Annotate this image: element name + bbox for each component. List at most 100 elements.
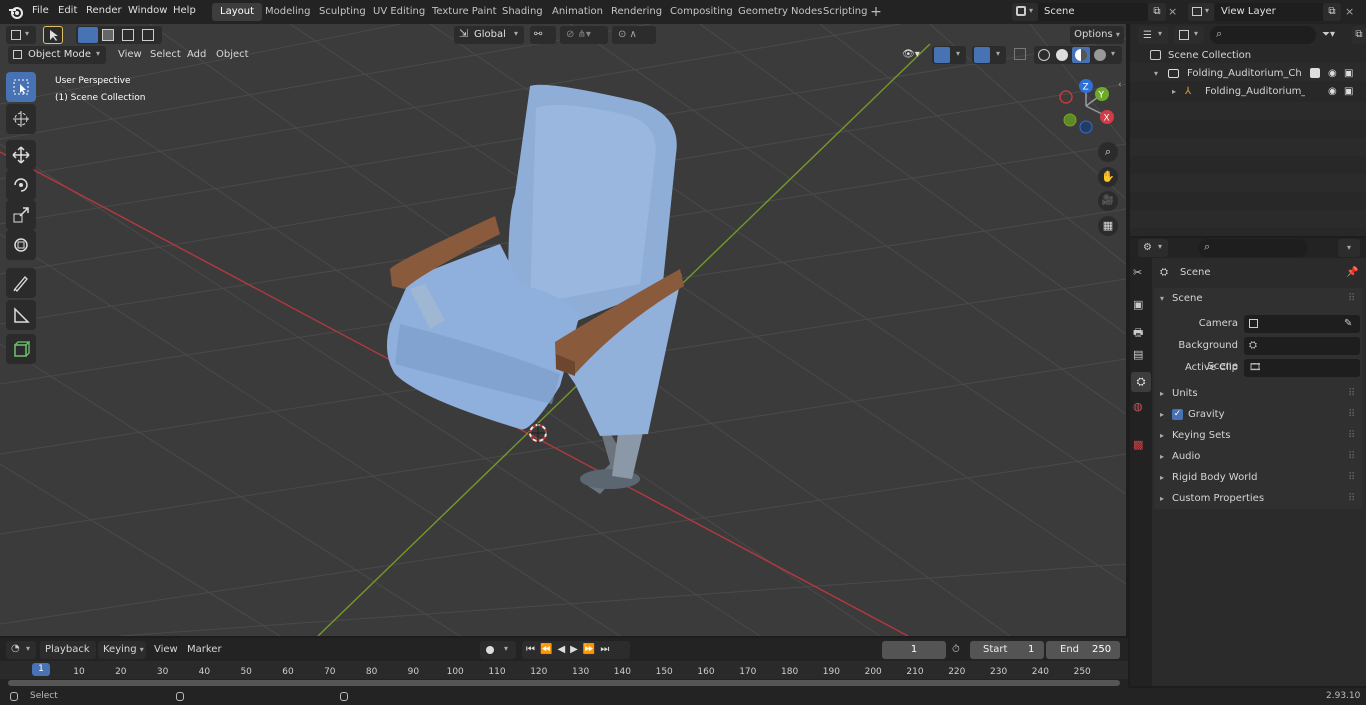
background-scene-field[interactable]: ⛭ — [1244, 337, 1360, 355]
viewport-menu-object[interactable]: Object — [210, 46, 255, 64]
current-frame-marker[interactable]: 1 — [32, 663, 50, 676]
viewport-menu-view[interactable]: View — [112, 46, 148, 64]
timeline-scrollbar[interactable] — [8, 680, 1120, 686]
gizmo-toggle[interactable]: ▾ — [932, 46, 966, 64]
pan-hand-icon[interactable]: ✋ — [1098, 167, 1118, 187]
play-reverse-icon[interactable]: ◀ — [557, 644, 570, 655]
panel-units-header[interactable]: ▸ Units ⠿ — [1154, 383, 1362, 404]
viewport-menu-add[interactable]: Add — [181, 46, 212, 64]
select-subtract-icon[interactable] — [122, 29, 134, 41]
eye-icon[interactable]: ◉ — [1328, 81, 1337, 102]
tab-compositing[interactable]: Compositing — [662, 3, 741, 21]
end-frame-field[interactable]: End 250 — [1046, 641, 1120, 659]
drag-handle-icon[interactable]: ⠿ — [1348, 488, 1355, 509]
outliner-search-input[interactable]: ⌕ — [1210, 26, 1316, 44]
properties-search-input[interactable]: ⌕ — [1198, 239, 1308, 257]
playback-controls[interactable]: ⏮⏪◀▶⏩⏭ — [522, 641, 630, 659]
ortho-grid-icon[interactable]: ▦ — [1098, 216, 1118, 236]
timeline-menu-marker[interactable]: Marker — [181, 641, 228, 659]
close-icon[interactable]: × — [1168, 3, 1182, 21]
play-icon[interactable]: ▶ — [570, 644, 583, 655]
gravity-checkbox[interactable]: ✓ — [1172, 409, 1183, 420]
current-frame-field[interactable]: 1 — [882, 641, 946, 659]
menu-help[interactable]: Help — [167, 0, 202, 24]
snap-icon[interactable]: ⊘ ⋔▾ — [560, 26, 608, 44]
editor-type-button[interactable]: ▾ — [6, 26, 36, 44]
wireframe-shading-icon[interactable] — [1038, 49, 1050, 61]
selection-mode-group[interactable] — [76, 26, 162, 44]
blender-logo-icon[interactable] — [8, 4, 24, 20]
panel-keying-sets-header[interactable]: ▸ Keying Sets ⠿ — [1154, 425, 1362, 446]
tab-uv-editing[interactable]: UV Editing — [365, 3, 433, 21]
playback-menu[interactable]: Playback ▾ — [40, 641, 96, 672]
menu-window[interactable]: Window — [122, 0, 173, 24]
proportional-edit-icon[interactable]: ⊙ ∧ — [612, 26, 656, 44]
panel-rigid-body-world-header[interactable]: ▸ Rigid Body World ⠿ — [1154, 467, 1362, 488]
measure-tool-icon[interactable] — [6, 300, 36, 330]
mode-dropdown[interactable]: Object Mode ▾ — [8, 46, 106, 64]
auto-key-button[interactable]: ▾ — [480, 641, 516, 659]
stopwatch-icon[interactable]: ⏱ — [952, 641, 970, 659]
visibility-eye-icon[interactable]: 👁▾ — [902, 46, 930, 64]
render-tab-icon[interactable]: ▣ — [1133, 298, 1149, 316]
shading-mode-group[interactable]: ▾ — [1034, 46, 1122, 64]
close-icon[interactable]: × — [1345, 3, 1359, 21]
properties-editor-type-button[interactable]: ⚙ ▾ — [1138, 239, 1168, 257]
scale-tool-icon[interactable] — [6, 200, 36, 230]
xray-icon[interactable] — [1014, 48, 1026, 60]
cursor-tool-icon[interactable] — [6, 104, 36, 134]
3d-viewport[interactable] — [0, 24, 1126, 636]
drag-handle-icon[interactable]: ⠿ — [1348, 383, 1355, 404]
scene-browse-button[interactable]: ▾ — [1012, 3, 1038, 21]
tab-animation[interactable]: Animation — [544, 3, 611, 21]
transform-orientation-dropdown[interactable]: ⇲ Global ▾ — [454, 26, 524, 44]
texture-tab-icon[interactable]: ▩ — [1133, 438, 1149, 456]
zoom-icon[interactable]: ⌕ — [1098, 142, 1118, 162]
scene-tab-icon[interactable]: ⛭ — [1131, 372, 1151, 392]
jump-end-icon[interactable]: ⏭ — [600, 644, 614, 655]
solid-shading-icon[interactable] — [1056, 49, 1068, 61]
jump-start-icon[interactable]: ⏮ — [526, 644, 540, 655]
panel-custom-properties-header[interactable]: ▸ Custom Properties ⠿ — [1154, 488, 1362, 509]
next-keyframe-icon[interactable]: ⏩ — [583, 644, 600, 655]
tool-tab-icon[interactable]: ✂ — [1133, 266, 1149, 284]
overlay-toggle[interactable]: ▾ — [972, 46, 1006, 64]
select-box-tool-icon[interactable] — [6, 72, 36, 102]
tab-modeling[interactable]: Modeling — [257, 3, 319, 21]
checkbox-icon[interactable] — [1310, 68, 1320, 78]
menu-file[interactable]: File — [26, 0, 55, 24]
drag-handle-icon[interactable]: ⠿ — [1348, 425, 1355, 446]
sidebar-toggle-icon[interactable]: ‹ — [1118, 80, 1126, 94]
view-layer-tab-icon[interactable]: ▤ — [1133, 348, 1149, 366]
view-layer-browse-button[interactable]: ▾ — [1188, 3, 1214, 21]
camera-icon[interactable]: ▣ — [1344, 81, 1353, 102]
panel-audio-header[interactable]: ▸ Audio ⠿ — [1154, 446, 1362, 467]
select-tool-icon[interactable] — [43, 26, 63, 44]
scene-name-field[interactable]: Scene — [1038, 3, 1148, 21]
annotate-tool-icon[interactable] — [6, 268, 36, 298]
camera-view-icon[interactable]: 🎥 — [1098, 191, 1118, 211]
tab-rendering[interactable]: Rendering — [603, 3, 670, 21]
tab-scripting[interactable]: Scripting — [815, 3, 875, 21]
menu-edit[interactable]: Edit — [52, 0, 83, 24]
tab-layout[interactable]: Layout — [212, 3, 262, 21]
drag-handle-icon[interactable]: ⠿ — [1348, 467, 1355, 488]
menu-render[interactable]: Render — [80, 0, 128, 24]
active-clip-field[interactable]: 🎞 — [1244, 359, 1360, 377]
timeline-editor-type-button[interactable]: ◔ ▾ — [6, 641, 36, 659]
drag-handle-icon[interactable]: ⠿ — [1348, 446, 1355, 467]
material-shading-icon[interactable] — [1072, 47, 1090, 63]
transform-tool-icon[interactable] — [6, 230, 36, 260]
start-frame-field[interactable]: Start 1 — [970, 641, 1044, 659]
panel-scene-header[interactable]: ▾ Scene ⠿ — [1154, 288, 1362, 309]
drag-handle-icon[interactable]: ⠿ — [1348, 404, 1355, 425]
timeline-menu-view[interactable]: View — [148, 641, 184, 659]
prev-keyframe-icon[interactable]: ⏪ — [540, 644, 557, 655]
select-extend-icon[interactable] — [102, 29, 114, 41]
rotate-tool-icon[interactable] — [6, 170, 36, 200]
outliner-row-object[interactable]: ▸ ⅄ Folding_Auditorium_Chai ◉ ▣ — [1130, 81, 1366, 102]
display-mode-button[interactable]: ▾ — [1174, 26, 1204, 44]
tab-shading[interactable]: Shading — [494, 3, 551, 21]
world-tab-icon[interactable]: ◍ — [1133, 400, 1149, 418]
add-cube-tool-icon[interactable] — [6, 334, 36, 364]
